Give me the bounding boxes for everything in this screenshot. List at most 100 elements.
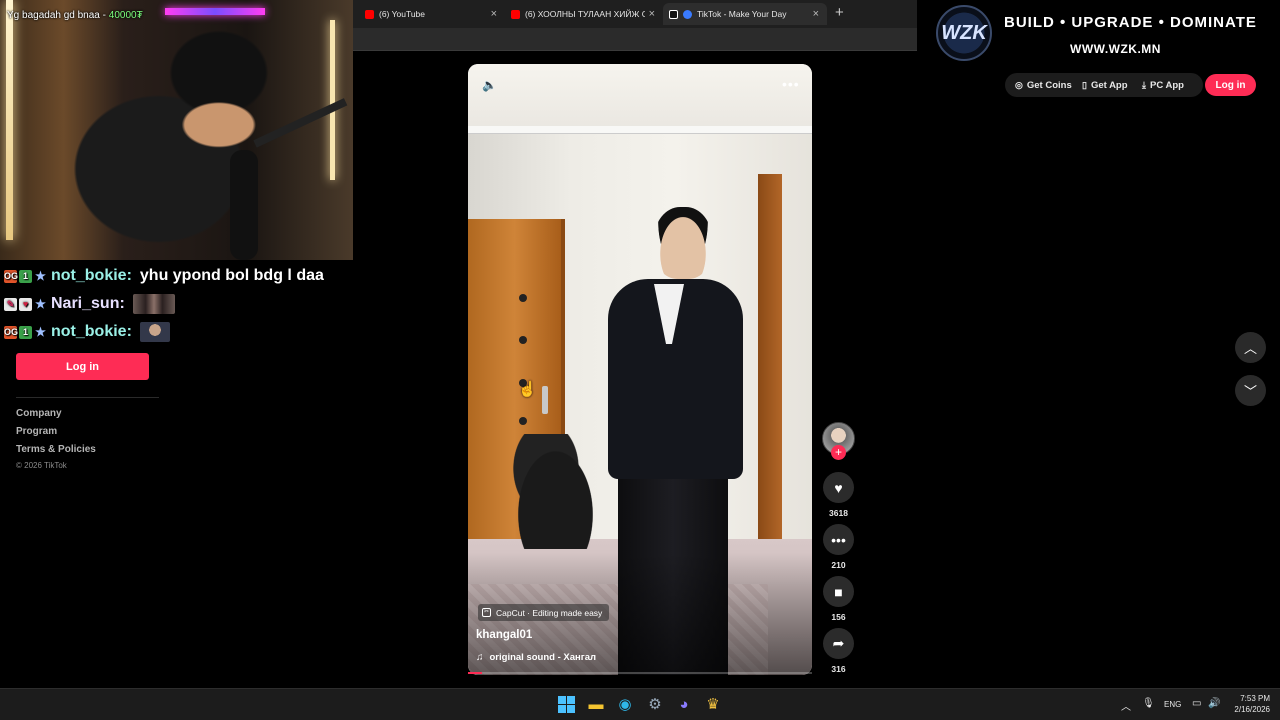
bookmark-icon: ■: [834, 583, 843, 600]
heart-icon: ♥: [834, 479, 843, 496]
app-icon[interactable]: ♛: [703, 695, 723, 713]
chevron-up-icon: ︿: [1243, 341, 1257, 356]
star-badge: ★: [35, 296, 46, 311]
close-icon[interactable]: ×: [649, 8, 655, 20]
divider: [16, 397, 159, 398]
chevron-down-icon: ﹀: [1243, 384, 1257, 399]
webcam-overlay: Yg bagadah gd bnaa - 40000₮: [0, 0, 353, 260]
plus-icon[interactable]: +: [835, 4, 844, 21]
pc-app-button[interactable]: ⤓ PC App: [1142, 73, 1184, 97]
language-indicator[interactable]: ENG: [1164, 700, 1181, 709]
get-coins-label: Get Coins: [1026, 79, 1072, 91]
system-clock[interactable]: 7:53 PM 2/16/2026: [1224, 693, 1270, 715]
chevron-up-icon[interactable]: ︿: [1121, 698, 1131, 713]
display-icon[interactable]: ▭: [1192, 698, 1201, 709]
microphone-icon[interactable]: 🎙: [1142, 698, 1155, 709]
video-author[interactable]: khangal01: [476, 629, 532, 641]
comment-count: 210: [831, 560, 846, 570]
donation-amount: 40000₮: [108, 10, 143, 21]
effect-label: CapCut · Editing made easy: [496, 607, 603, 618]
chat-message: OG 1 ★ not_bokie:: [4, 318, 356, 346]
settings-gear-icon[interactable]: ⚙: [645, 695, 665, 713]
video-progress-bar[interactable]: [468, 672, 812, 674]
footer-link-company[interactable]: Company: [16, 408, 62, 419]
chat-username: not_bokie:: [51, 267, 132, 284]
next-video-button[interactable]: ﹀: [1235, 375, 1266, 406]
donation-message: Yg bagadah gd bnaa -: [7, 10, 106, 21]
address-bar[interactable]: [353, 28, 917, 51]
music-info[interactable]: ♫ original sound - Хангал: [476, 652, 596, 663]
like-count: 3618: [829, 508, 848, 518]
copyright: © 2026 TikTok: [16, 461, 67, 470]
microphone: [230, 150, 258, 260]
tab-youtube-video[interactable]: (6) ХООЛНЫ ТУЛААН ХИЙЖ ОРГ ×: [505, 3, 663, 25]
footer-link-program[interactable]: Program: [16, 426, 57, 437]
save-count: 156: [831, 612, 846, 622]
hand-cursor-icon: ☝: [518, 381, 537, 398]
close-icon[interactable]: ×: [813, 8, 819, 20]
get-app-button[interactable]: ▯ Get App: [1082, 73, 1128, 97]
coin-icon: ◎: [1015, 79, 1023, 90]
video-player[interactable]: [468, 64, 812, 675]
more-icon[interactable]: •••: [782, 76, 800, 92]
share-count: 316: [831, 664, 846, 674]
music-note-icon: ♫: [476, 652, 484, 663]
effect-tag[interactable]: ✂ CapCut · Editing made easy: [478, 604, 610, 621]
sub-badge: 1: [19, 269, 32, 283]
chat-message: OG 1 ★ not_bokie: yhu ypond bol bdg l da…: [4, 262, 356, 290]
star-badge: ★: [35, 324, 46, 339]
brand-url: WWW.WZK.MN: [1070, 42, 1161, 56]
get-coins-button[interactable]: ◎ Get Coins: [1015, 73, 1072, 97]
tab-title: (6) YouTube: [379, 9, 425, 19]
follow-plus-icon[interactable]: +: [831, 445, 846, 460]
capcut-icon: ✂: [482, 608, 491, 617]
tab-title: (6) ХООЛНЫ ТУЛААН ХИЙЖ ОРГ: [525, 9, 645, 19]
like-button[interactable]: ♥: [823, 472, 854, 503]
sidebar-login-button[interactable]: Log in: [16, 353, 149, 380]
neon-light: [165, 8, 265, 15]
file-explorer-icon[interactable]: ▬: [586, 695, 606, 713]
lamp-light: [6, 0, 13, 240]
youtube-icon: [365, 9, 374, 19]
youtube-icon: [511, 9, 520, 19]
og-badge: OG: [4, 269, 19, 283]
clock-date: 2/16/2026: [1234, 705, 1270, 714]
donation-text: Yg bagadah gd bnaa - 40000₮: [7, 10, 143, 21]
windows-start-icon[interactable]: [558, 696, 575, 713]
tab-title: TikTok - Make Your Day: [697, 9, 787, 19]
browser-tab-bar: (6) YouTube × (6) ХООЛНЫ ТУЛААН ХИЙЖ ОРГ…: [353, 0, 917, 28]
close-icon[interactable]: ×: [491, 8, 497, 20]
heart-badge: ♥: [19, 297, 32, 311]
pen-badge: ✎: [4, 297, 17, 311]
chat-message: ✎ ♥ ★ Nari_sun:: [4, 290, 356, 318]
edge-browser-icon[interactable]: ◉: [615, 695, 635, 713]
chat-emote: [139, 322, 170, 342]
lamp-light: [330, 20, 335, 180]
video-gradient: [468, 64, 812, 675]
brand-logo: WZK: [936, 5, 992, 61]
og-badge: OG: [4, 325, 19, 339]
chat-username: not_bokie:: [51, 323, 132, 340]
volume-icon[interactable]: 🔊: [1208, 698, 1220, 709]
previous-video-button[interactable]: ︿: [1235, 332, 1266, 363]
progress-fill: [468, 672, 482, 674]
clock-time: 7:53 PM: [1240, 694, 1270, 703]
discord-icon[interactable]: ◕: [674, 695, 694, 713]
get-app-label: Get App: [1090, 79, 1128, 91]
tab-tiktok[interactable]: TikTok - Make Your Day ×: [663, 3, 827, 25]
music-label: original sound - Хангал: [489, 652, 597, 663]
chat-text: yhu ypond bol bdg l daa: [139, 267, 324, 284]
comment-button[interactable]: •••: [823, 524, 854, 555]
chat-username: Nari_sun:: [51, 295, 125, 312]
star-badge: ★: [35, 268, 46, 283]
tiktok-icon: [669, 9, 678, 19]
save-button[interactable]: ■: [823, 576, 854, 607]
stream-chat: OG 1 ★ not_bokie: yhu ypond bol bdg l da…: [4, 262, 356, 346]
audio-playing-icon: [683, 9, 692, 19]
share-button[interactable]: ➦: [823, 628, 854, 659]
speaker-icon[interactable]: 🔈: [482, 78, 497, 92]
footer-link-terms[interactable]: Terms & Policies: [16, 444, 96, 455]
header-login-button[interactable]: Log in: [1205, 74, 1256, 96]
tab-youtube[interactable]: (6) YouTube ×: [359, 3, 505, 25]
pc-app-label: PC App: [1149, 79, 1184, 91]
